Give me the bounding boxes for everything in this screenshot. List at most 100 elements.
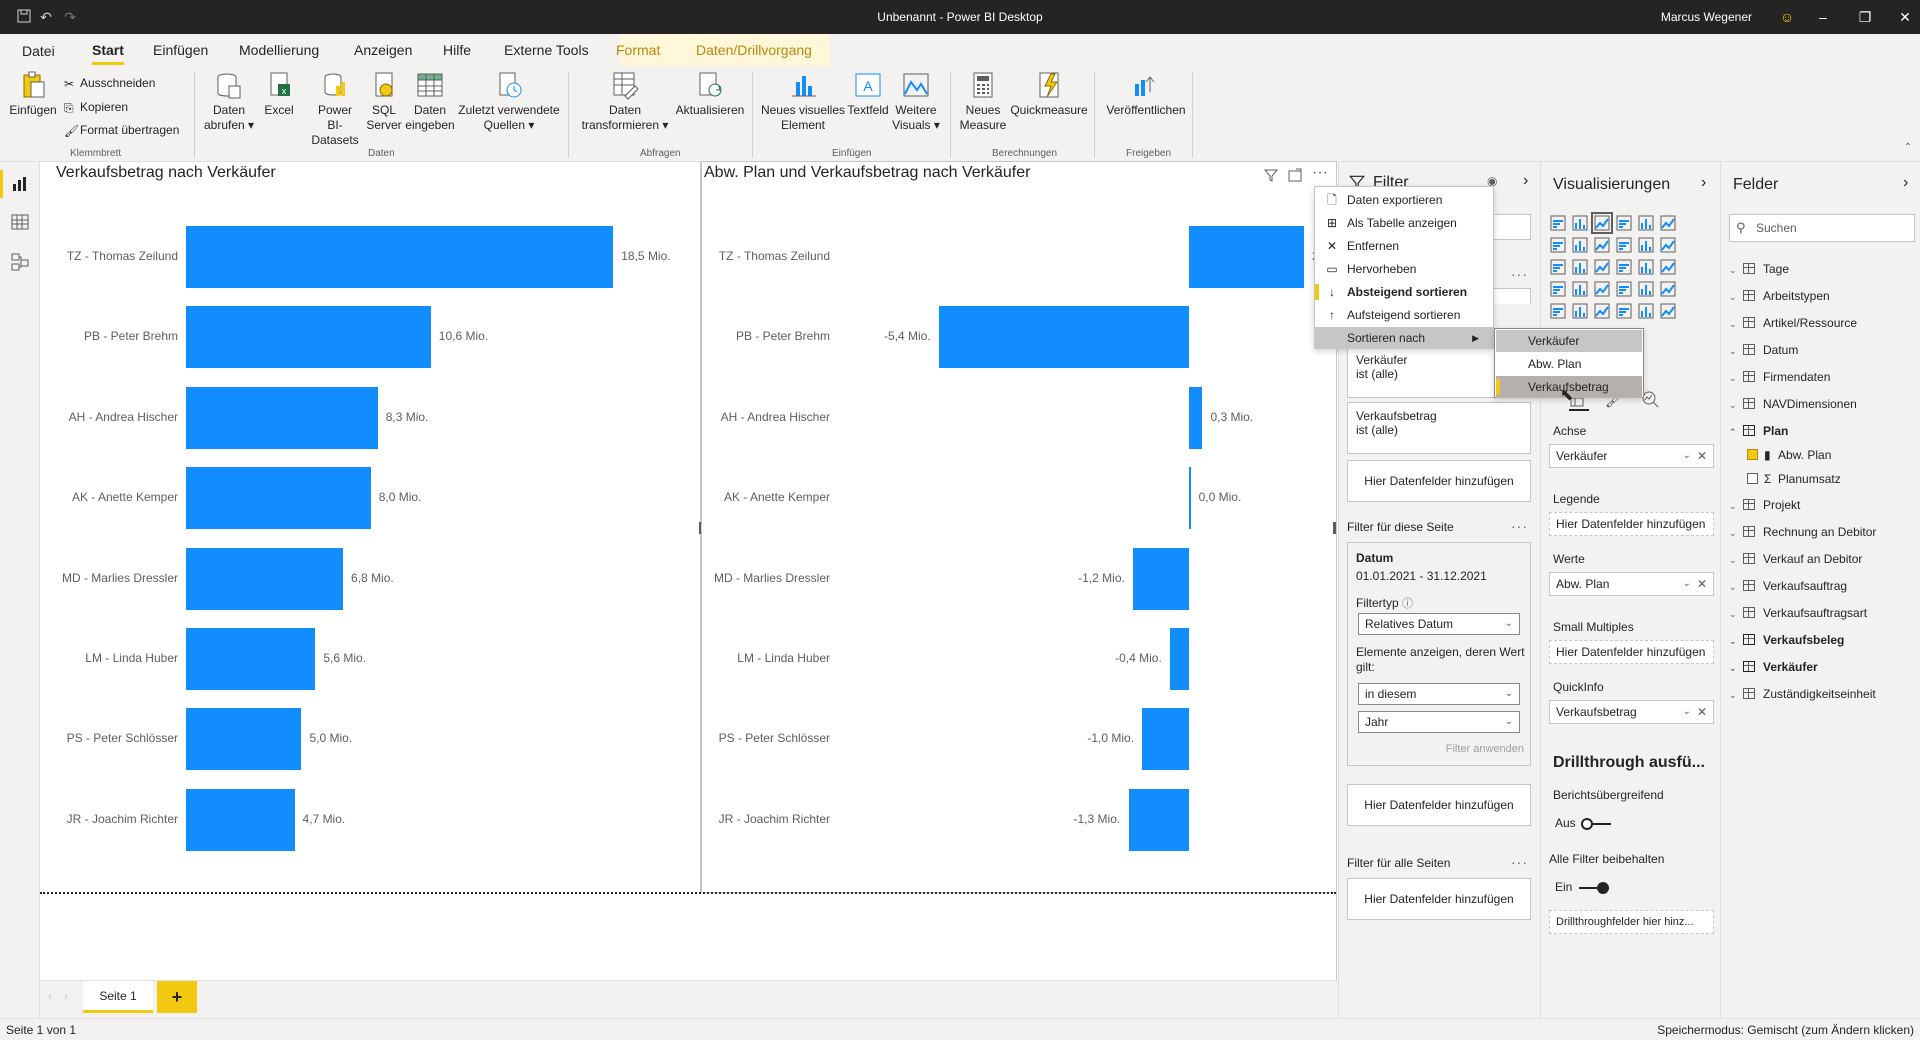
bar[interactable] — [186, 386, 378, 449]
page-tab-seite-1[interactable]: Seite 1 — [83, 981, 153, 1013]
clustered-bar-icon[interactable] — [1591, 212, 1613, 234]
quickmeasure-button[interactable]: Quickmeasure — [1010, 70, 1088, 118]
bar[interactable] — [186, 306, 431, 369]
add-all-pages-filter-field[interactable]: Hier Datenfelder hinzufügen — [1347, 878, 1531, 920]
card-icon[interactable] — [1637, 280, 1655, 298]
chart-abw-plan[interactable]: Abw. Plan und Verkaufsbetrag nach Verkäu… — [701, 161, 1355, 893]
kpi-icon[interactable] — [1549, 302, 1567, 320]
field-table[interactable]: ⌄ NAVDimensionen — [1729, 397, 1857, 415]
transform-data-button[interactable]: Daten transformieren ▾ — [578, 70, 672, 133]
cut-button[interactable]: ✂ Ausschneiden — [64, 76, 155, 91]
remove-field-icon[interactable]: ✕ — [1697, 445, 1707, 467]
collapse-ribbon-icon[interactable]: ⌃ — [1904, 142, 1912, 153]
filter-icon[interactable] — [1263, 168, 1279, 185]
collapse-filter-icon[interactable]: › — [1523, 172, 1528, 190]
area-icon[interactable] — [1571, 236, 1589, 254]
line-icon[interactable] — [1549, 236, 1567, 254]
small-multiples-well[interactable]: Hier Datenfelder hinzufügen — [1549, 640, 1714, 664]
stacked-bar-icon[interactable] — [1549, 214, 1567, 232]
tab-start[interactable]: Start — [92, 42, 124, 65]
new-measure-button[interactable]: Neues Measure — [958, 70, 1008, 133]
python-visual-icon[interactable] — [1659, 302, 1677, 320]
textbox-button[interactable]: A Textfeld — [846, 70, 890, 118]
format-painter-button[interactable]: 🖌Format übertragen — [64, 123, 179, 138]
clustered-column-icon[interactable] — [1615, 214, 1633, 232]
scatter-icon[interactable] — [1593, 258, 1611, 276]
r-visual-icon[interactable] — [1637, 302, 1655, 320]
copy-button[interactable]: ⎘ Kopieren — [64, 100, 128, 115]
menu-item-sort-by[interactable]: Sortieren nach ▶ — [1315, 327, 1493, 349]
paste-button[interactable]: Einfügen — [8, 70, 58, 118]
tab-hilfe[interactable]: Hilfe — [443, 42, 471, 58]
menu-item-sort-ascending[interactable]: ↑ Aufsteigend sortieren — [1315, 304, 1493, 326]
report-canvas[interactable]: Verkaufsbetrag nach Verkäufer TZ - Thoma… — [40, 161, 1355, 980]
field-item[interactable]: Σ Planumsatz — [1747, 472, 1841, 490]
submenu-item-abw-plan[interactable]: Abw. Plan — [1496, 353, 1642, 375]
axis-well[interactable]: Verkäufer ⌄ ✕ — [1549, 444, 1714, 468]
unit-select[interactable]: Jahr ⌄ — [1358, 711, 1520, 733]
more-options-icon[interactable]: ··· — [1511, 266, 1528, 282]
line-column-icon[interactable] — [1615, 236, 1633, 254]
enter-data-button[interactable]: Daten eingeben — [405, 70, 455, 133]
filled-map-icon[interactable] — [1571, 280, 1589, 298]
table-icon[interactable] — [1593, 302, 1611, 320]
bar[interactable] — [1128, 788, 1189, 851]
tab-format[interactable]: Format — [616, 42, 660, 58]
field-table[interactable]: ⌄ Verkaufsauftrag — [1729, 579, 1847, 597]
field-table[interactable]: ⌄ Verkäufer — [1729, 660, 1818, 678]
bar[interactable] — [186, 788, 295, 851]
collapse-viz-icon[interactable]: › — [1701, 174, 1706, 192]
user-avatar-icon[interactable]: ☺ — [1778, 8, 1796, 26]
stacked-area-icon[interactable] — [1593, 236, 1611, 254]
tab-modellierung[interactable]: Modellierung — [239, 42, 319, 58]
bar[interactable] — [186, 547, 344, 610]
more-visuals-button[interactable]: Weitere Visuals ▾ — [890, 70, 942, 133]
matrix-icon[interactable] — [1615, 302, 1633, 320]
remove-field-icon[interactable]: ✕ — [1697, 573, 1707, 595]
report-view-icon[interactable] — [0, 170, 30, 198]
bar[interactable] — [1133, 547, 1189, 610]
tooltips-well[interactable]: Verkaufsbetrag ⌄ ✕ — [1549, 700, 1714, 724]
model-view-icon[interactable] — [10, 252, 30, 272]
close-icon[interactable]: ✕ — [1896, 8, 1914, 26]
filter-card-verkaufsbetrag[interactable]: Verkaufsbetrag ist (alle) — [1347, 402, 1531, 454]
submenu-item-verkaeufer[interactable]: Verkäufer — [1496, 330, 1642, 352]
waterfall-icon[interactable] — [1549, 258, 1567, 276]
field-table[interactable]: ⌄ Firmendaten — [1729, 370, 1830, 388]
field-table[interactable]: ⌄ Verkauf an Debitor — [1729, 552, 1862, 570]
values-well[interactable]: Abw. Plan ⌄ ✕ — [1549, 572, 1714, 596]
filter-card-datum[interactable]: Datum 01.01.2021 - 31.12.2021 Filtertyp … — [1347, 542, 1531, 766]
tab-anzeigen[interactable]: Anzeigen — [354, 42, 412, 58]
donut-icon[interactable] — [1637, 258, 1655, 276]
user-name[interactable]: Marcus Wegener — [1661, 10, 1752, 24]
map-icon[interactable] — [1549, 280, 1567, 298]
bar[interactable] — [1142, 708, 1189, 771]
focus-mode-icon[interactable] — [1288, 168, 1302, 185]
more-options-icon[interactable]: ··· — [1511, 518, 1528, 534]
tab-daten-drillvorgang[interactable]: Daten/Drillvorgang — [696, 42, 812, 58]
bar[interactable] — [186, 467, 371, 530]
data-view-icon[interactable] — [10, 212, 30, 232]
next-page-icon[interactable]: › — [64, 989, 68, 1003]
period-select[interactable]: in diesem ⌄ — [1358, 683, 1520, 705]
cross-report-toggle[interactable] — [1581, 818, 1611, 830]
tab-datei[interactable]: Datei — [22, 43, 55, 59]
tab-einfuegen[interactable]: Einfügen — [153, 42, 208, 58]
field-table[interactable]: ⌃ Plan — [1729, 424, 1788, 442]
field-item[interactable]: ▮ Abw. Plan — [1747, 448, 1831, 466]
menu-item-show-as-table[interactable]: ⊞ Als Tabelle anzeigen — [1315, 212, 1493, 234]
shape-map-icon[interactable] — [1593, 280, 1611, 298]
gauge-icon[interactable] — [1615, 280, 1633, 298]
field-table[interactable]: ⌄ Zuständigkeitseinheit — [1729, 687, 1876, 705]
field-table[interactable]: ⌄ Tage — [1729, 262, 1789, 280]
pie-icon[interactable] — [1615, 258, 1633, 276]
bar[interactable] — [1188, 386, 1203, 449]
fields-search-input[interactable]: ⚲ Suchen — [1729, 214, 1915, 242]
funnel-icon[interactable] — [1571, 258, 1589, 276]
field-table[interactable]: ⌄ Datum — [1729, 343, 1798, 361]
field-table[interactable]: ⌄ Projekt — [1729, 498, 1800, 516]
collapse-fields-icon[interactable]: › — [1903, 174, 1908, 192]
field-table[interactable]: ⌄ Rechnung an Debitor — [1729, 525, 1876, 543]
legend-well[interactable]: Hier Datenfelder hinzufügen — [1549, 512, 1714, 536]
stacked-column-icon[interactable] — [1571, 214, 1589, 232]
